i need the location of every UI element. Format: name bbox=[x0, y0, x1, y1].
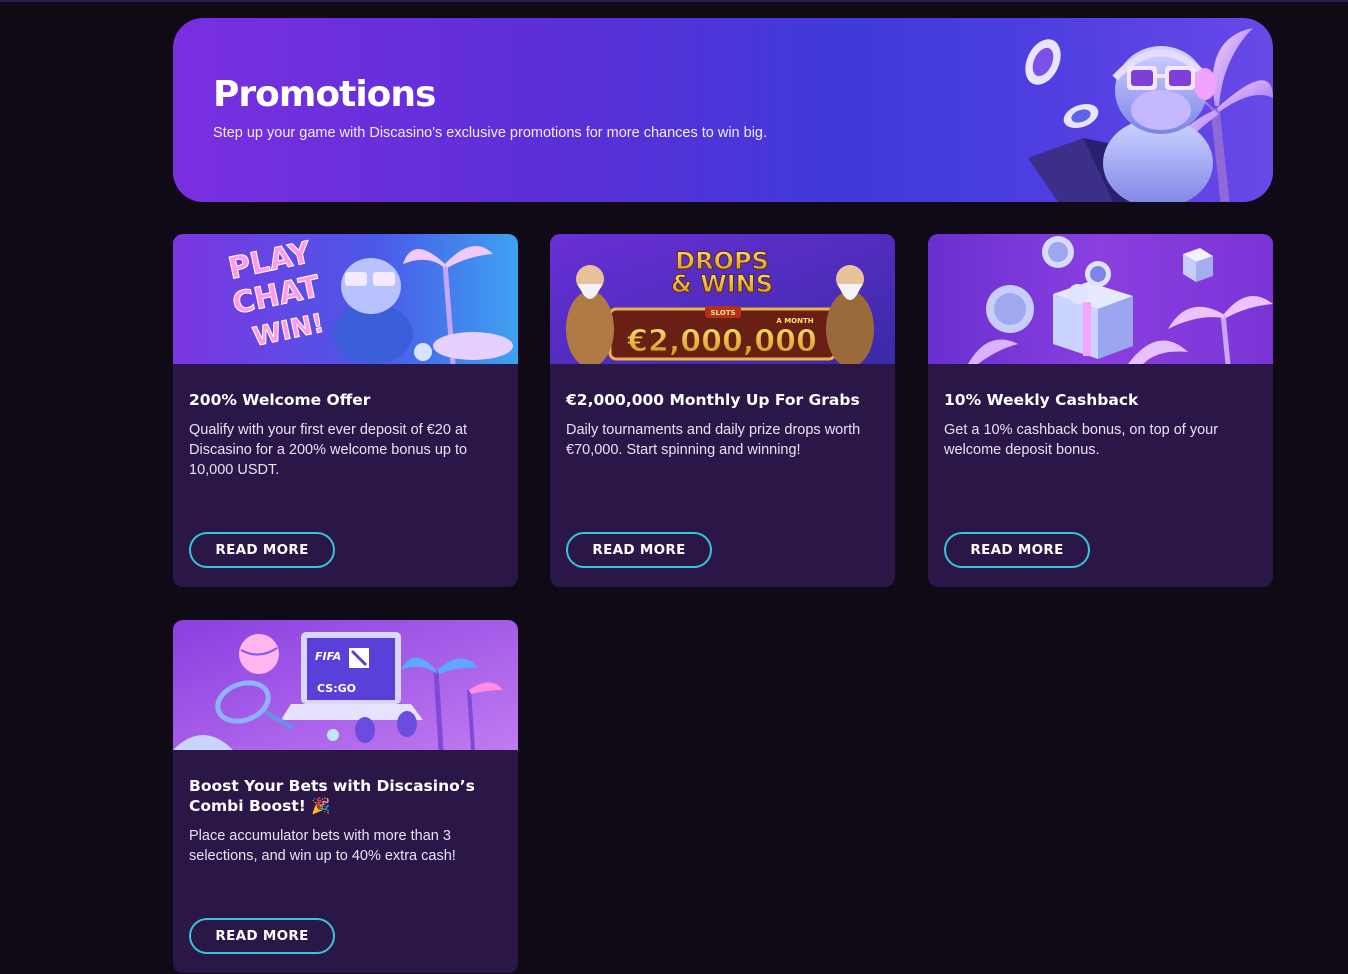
coin-icon bbox=[986, 285, 1034, 333]
coin-icon bbox=[1085, 261, 1111, 287]
promo-description: Get a 10% cashback bonus, on top of your… bbox=[944, 422, 1219, 458]
read-more-button[interactable]: READ MORE bbox=[944, 532, 1090, 568]
svg-text:& WINS: & WINS bbox=[671, 270, 773, 298]
top-divider bbox=[0, 0, 1348, 2]
dota-icon bbox=[349, 648, 369, 668]
poker-chip-icon bbox=[1025, 39, 1061, 85]
promo-title: Boost Your Bets with Discasino’s Combi B… bbox=[189, 777, 475, 815]
promo-banner-image bbox=[928, 234, 1273, 364]
promotions-hero-banner: Promotions Step up your game with Discas… bbox=[173, 18, 1273, 202]
svg-text:€2,000,000: €2,000,000 bbox=[626, 324, 817, 359]
gift-box-icon bbox=[1053, 282, 1133, 359]
svg-text:CS:GO: CS:GO bbox=[317, 682, 356, 695]
promo-card-combi-boost: FIFA CS:GO Boost Your Bets with Discasin… bbox=[173, 620, 518, 973]
promo-card-welcome-offer: PLAY CHAT WIN! 200% Welcome Offer Qualif… bbox=[173, 234, 518, 587]
promo-banner-image: FIFA CS:GO bbox=[173, 620, 518, 750]
promo-description: Daily tournaments and daily prize drops … bbox=[566, 422, 861, 458]
promo-card-weekly-cashback: 10% Weekly Cashback Get a 10% cashback b… bbox=[928, 234, 1273, 587]
read-more-button[interactable]: READ MORE bbox=[566, 532, 712, 568]
coin-icon bbox=[1042, 236, 1074, 268]
page-subtitle: Step up your game with Discasino's exclu… bbox=[213, 125, 768, 141]
promo-description: Place accumulator bets with more than 3 … bbox=[189, 828, 456, 864]
promo-title: 200% Welcome Offer bbox=[189, 391, 371, 409]
promo-title: 10% Weekly Cashback bbox=[944, 391, 1139, 409]
promo-description: Qualify with your first ever deposit of … bbox=[189, 422, 468, 478]
svg-text:SLOTS: SLOTS bbox=[710, 309, 735, 317]
monkey-mascot-illustration bbox=[1025, 28, 1273, 202]
ball-icon bbox=[239, 634, 279, 674]
promo-title: €2,000,000 Monthly Up For Grabs bbox=[566, 391, 860, 409]
poker-chip-icon bbox=[1063, 103, 1099, 129]
read-more-button[interactable]: READ MORE bbox=[189, 532, 335, 568]
promo-banner-image: DROPS & WINS SLOTS A MONTH €2,000,000 bbox=[550, 234, 895, 364]
promo-banner-image: PLAY CHAT WIN! bbox=[173, 234, 518, 364]
promo-card-drops-wins: DROPS & WINS SLOTS A MONTH €2,000,000 €2… bbox=[550, 234, 895, 587]
coin-icon bbox=[1068, 284, 1088, 304]
svg-text:FIFA: FIFA bbox=[315, 650, 341, 663]
page-title: Promotions bbox=[213, 74, 436, 115]
read-more-button[interactable]: READ MORE bbox=[189, 918, 335, 954]
